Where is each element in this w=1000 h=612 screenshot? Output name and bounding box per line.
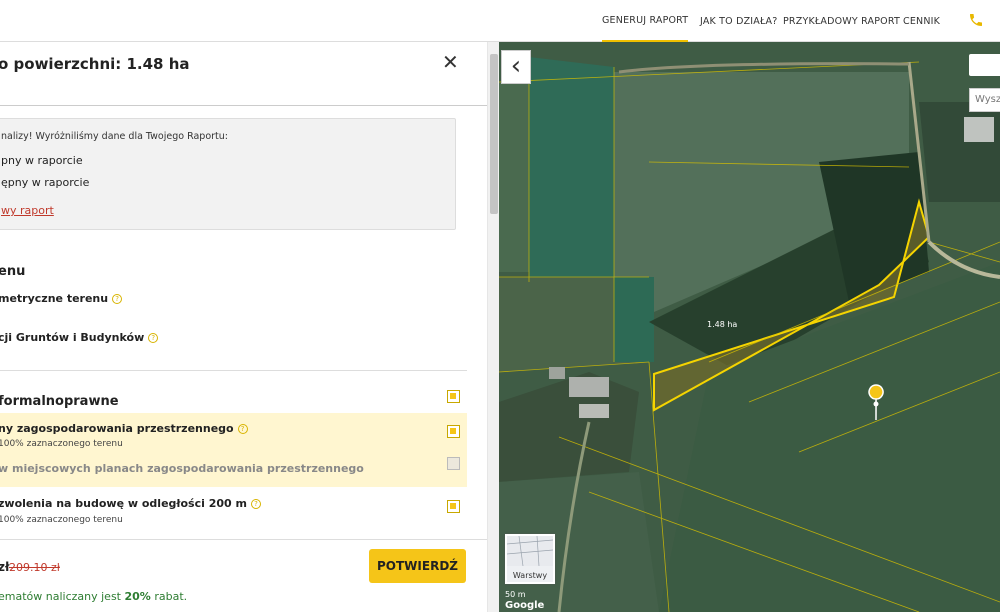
divider bbox=[0, 105, 487, 106]
info-line-unavailable: ępny w raporcie bbox=[1, 176, 90, 189]
discount-note: ematów naliczany jest 20% rabat. bbox=[0, 590, 187, 603]
map-imagery bbox=[499, 42, 1000, 612]
terrain-item-1: metryczne terenu? bbox=[0, 292, 123, 305]
help-icon[interactable]: ? bbox=[250, 499, 261, 509]
nav-cennik[interactable]: CENNIK bbox=[903, 0, 940, 42]
scrollbar-thumb[interactable] bbox=[490, 54, 498, 214]
layers-button[interactable]: Warstwy bbox=[505, 534, 555, 584]
divider bbox=[0, 370, 467, 371]
satellite-map[interactable]: 1.48 ha ‹ Wyszu Warstwy 50 m Google bbox=[499, 42, 1000, 612]
info-intro: nalizy! Wyróżniliśmy dane dla Twojego Ra… bbox=[1, 131, 229, 142]
section-legal-title: formalnoprawne bbox=[0, 394, 119, 409]
discount-note-suffix: rabat. bbox=[150, 590, 188, 603]
sample-report-link[interactable]: wy raport bbox=[1, 204, 54, 217]
discount-note-prefix: ematów naliczany jest bbox=[0, 590, 125, 603]
legal-item-1-checkbox[interactable] bbox=[447, 425, 460, 438]
legal-item-3-label: zwolenia na budowę w odległości 200 m bbox=[0, 497, 247, 510]
confirm-button[interactable]: POTWIERDŹ bbox=[369, 549, 466, 583]
map-scale: 50 m bbox=[505, 590, 526, 599]
nav-jak-to-dziala-label[interactable]: JAK TO DZIAŁA? bbox=[700, 16, 778, 27]
top-navigation-bar: GENERUJ RAPORT JAK TO DZIAŁA? PRZYKŁADOW… bbox=[0, 0, 1000, 42]
info-box: nalizy! Wyróżniliśmy dane dla Twojego Ra… bbox=[0, 118, 456, 230]
section-terrain-title: enu bbox=[0, 264, 26, 279]
help-icon[interactable]: ? bbox=[112, 294, 123, 304]
nav-jak-to-dziala[interactable]: JAK TO DZIAŁA? bbox=[700, 0, 778, 42]
terrain-item-1-label: metryczne terenu bbox=[0, 292, 109, 305]
phone-icon[interactable] bbox=[968, 12, 984, 28]
old-price: 209.10 zł bbox=[9, 561, 60, 574]
legal-item-3-sub: 100% zaznaczonego terenu bbox=[0, 515, 123, 525]
report-panel: o powierzchni: 1.48 ha ✕ nalizy! Wyróżni… bbox=[0, 42, 487, 612]
close-icon[interactable]: ✕ bbox=[442, 52, 459, 72]
nav-cennik-label[interactable]: CENNIK bbox=[903, 16, 940, 27]
legal-item-1-label: ny zagospodarowania przestrzennego bbox=[0, 422, 234, 435]
legal-item-3-checkbox[interactable] bbox=[447, 500, 460, 513]
help-icon[interactable]: ? bbox=[237, 424, 248, 434]
collapse-panel-button[interactable]: ‹ bbox=[501, 50, 531, 84]
panel-scrollbar[interactable] bbox=[487, 42, 499, 612]
legal-item-3: zwolenia na budowę w odległości 200 m? bbox=[0, 497, 261, 510]
nav-generuj-raport-label[interactable]: GENERUJ RAPORT bbox=[602, 15, 688, 26]
map-control[interactable] bbox=[969, 54, 1000, 76]
legal-item-2-label: w miejscowych planach zagospodarowania p… bbox=[0, 462, 364, 475]
parcel-area-label: 1.48 ha bbox=[707, 320, 738, 329]
help-icon[interactable]: ? bbox=[148, 333, 159, 343]
nav-generuj-raport[interactable]: GENERUJ RAPORT bbox=[602, 0, 689, 42]
layers-label: Warstwy bbox=[512, 571, 548, 580]
terrain-item-2: cji Gruntów i Budynków? bbox=[0, 331, 159, 344]
terrain-item-2-label: cji Gruntów i Budynków bbox=[0, 331, 145, 344]
section-legal-checkbox[interactable] bbox=[447, 390, 460, 403]
nav-przykladowy-raport[interactable]: PRZYKŁADOWY RAPORT bbox=[783, 0, 900, 42]
legal-item-1: ny zagospodarowania przestrzennego? bbox=[0, 422, 248, 435]
google-logo: Google bbox=[505, 600, 545, 611]
info-line-available: pny w raporcie bbox=[1, 154, 83, 167]
legal-item-1-sub: 100% zaznaczonego terenu bbox=[0, 439, 123, 449]
panel-footer: zł 209.10 zł POTWIERDŹ ematów naliczany … bbox=[0, 539, 487, 612]
panel-title: o powierzchni: 1.48 ha bbox=[0, 55, 190, 73]
map-search-input[interactable]: Wyszu bbox=[969, 88, 1000, 112]
layers-thumbnail-icon bbox=[506, 535, 554, 567]
discount-value: 20% bbox=[124, 590, 151, 603]
legal-item-2-checkbox[interactable] bbox=[447, 457, 460, 470]
nav-przykladowy-raport-label[interactable]: PRZYKŁADOWY RAPORT bbox=[783, 16, 900, 27]
